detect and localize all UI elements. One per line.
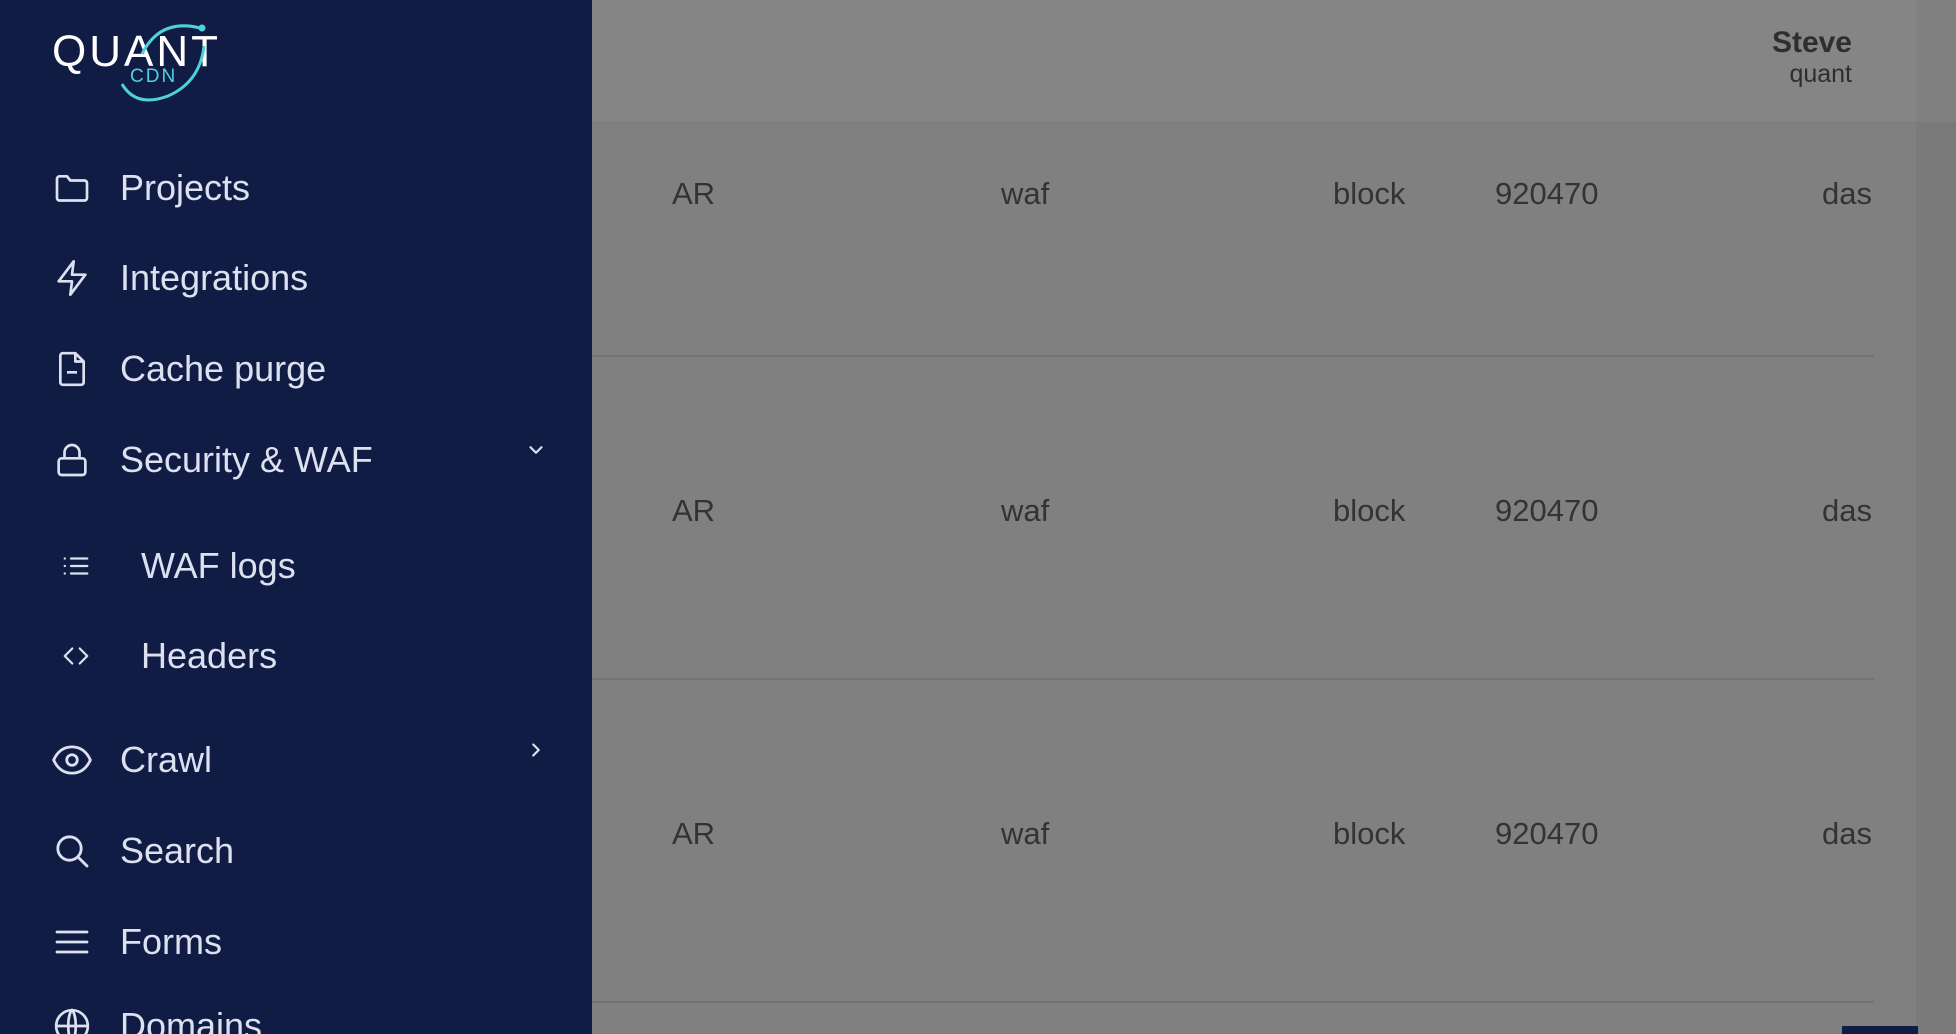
sidebar-item-cache-purge[interactable]: Cache purge xyxy=(0,339,592,399)
sidebar-item-search[interactable]: Search xyxy=(0,821,592,881)
cell-rule-id: 920470 xyxy=(1495,176,1599,211)
cell-type: waf xyxy=(1001,176,1050,211)
cell-host: das xyxy=(1822,816,1872,851)
sidebar-item-label: Search xyxy=(120,830,235,871)
cell-rule-id: 920470 xyxy=(1495,493,1599,528)
app-page: Steve quant AR waf block 920470 das AR w… xyxy=(0,0,1956,1034)
lock-icon xyxy=(50,438,94,482)
sidebar-item-label: Cache purge xyxy=(120,348,327,389)
cell-action: block xyxy=(1333,816,1406,851)
cell-action: block xyxy=(1333,176,1406,211)
logo-sub-text: CDN xyxy=(130,66,177,87)
quant-cdn-logo[interactable]: QUANT CDN xyxy=(50,16,270,108)
cell-rule-id: 920470 xyxy=(1495,816,1599,851)
sidebar-item-headers[interactable]: Headers xyxy=(0,626,592,686)
sidebar-item-integrations[interactable]: Integrations xyxy=(0,248,592,308)
globe-icon xyxy=(50,1004,94,1034)
sidebar-item-forms[interactable]: Forms xyxy=(0,912,592,972)
sidebar-item-projects[interactable]: Projects xyxy=(0,158,592,218)
document-minus-icon xyxy=(50,347,94,391)
sidebar-item-label: WAF logs xyxy=(141,545,296,586)
cell-type: waf xyxy=(1001,493,1050,528)
sidebar-nav: QUANT CDN Projects Integrations Cache pu… xyxy=(0,0,592,1034)
lightning-icon xyxy=(50,256,94,300)
chevron-down-icon[interactable] xyxy=(522,436,550,464)
sidebar-item-label: Forms xyxy=(120,921,222,962)
table-row[interactable]: AR waf block 920470 das xyxy=(592,122,1874,357)
chevron-right-icon[interactable] xyxy=(522,736,550,764)
cell-type: waf xyxy=(1001,816,1050,851)
sidebar-item-label: Domains xyxy=(120,1005,263,1034)
waf-log-table: AR waf block 920470 das AR waf block 920… xyxy=(592,122,1874,1003)
code-icon xyxy=(56,634,96,678)
sidebar-item-label: Projects xyxy=(120,167,251,208)
sidebar-item-domains[interactable]: Domains xyxy=(0,996,592,1034)
user-name: Steve xyxy=(1771,26,1852,59)
table-row[interactable]: AR waf block 920470 das xyxy=(592,680,1874,1003)
user-organization: quant xyxy=(1789,60,1852,88)
menu-lines-icon xyxy=(50,920,94,964)
sidebar-item-label: Headers xyxy=(141,635,278,676)
cell-host: das xyxy=(1822,176,1872,211)
sidebar-item-label: Crawl xyxy=(120,739,213,780)
folder-icon xyxy=(50,166,94,210)
list-icon xyxy=(56,544,96,588)
search-icon xyxy=(50,829,94,873)
sidebar-item-label: Integrations xyxy=(120,257,309,298)
cell-action: block xyxy=(1333,493,1406,528)
sidebar-item-label: Security & WAF xyxy=(120,439,373,480)
sidebar-item-crawl[interactable]: Crawl xyxy=(0,730,592,790)
user-menu[interactable]: Steve quant xyxy=(1772,26,1852,88)
cell-country: AR xyxy=(672,493,716,528)
table-row[interactable]: AR waf block 920470 das xyxy=(592,357,1874,680)
sidebar-item-security-waf[interactable]: Security & WAF xyxy=(0,430,592,490)
cell-country: AR xyxy=(672,176,716,211)
scrollbar-track[interactable] xyxy=(1916,122,1956,1034)
sidebar-item-waf-logs[interactable]: WAF logs xyxy=(0,536,592,596)
corner-element xyxy=(1842,1026,1918,1034)
eye-icon xyxy=(50,738,94,782)
cell-country: AR xyxy=(672,816,716,851)
cell-host: das xyxy=(1822,493,1872,528)
